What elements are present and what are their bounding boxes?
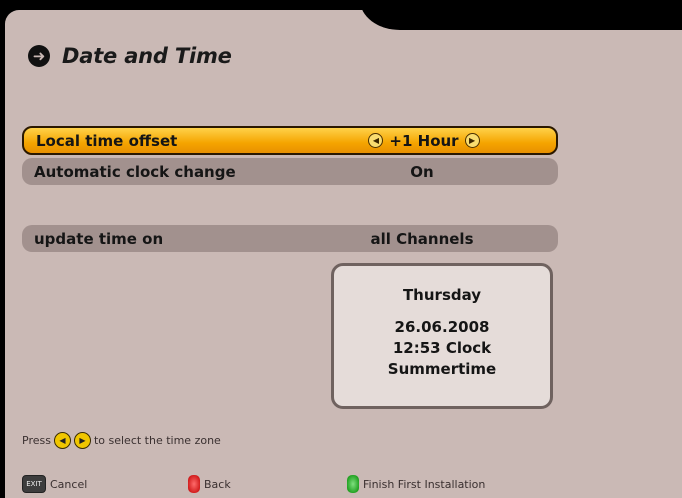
date-time-info-box: Thursday 26.06.2008 12:53 Clock Summerti… [331, 263, 553, 409]
setting-value: all Channels [370, 229, 474, 248]
right-arrow-icon[interactable]: ▶ [464, 133, 480, 148]
back-button[interactable]: Back [188, 474, 231, 494]
setting-value[interactable]: ◀ +1 Hour ▶ [324, 132, 524, 150]
left-arrow-icon[interactable]: ◀ [368, 133, 384, 148]
info-date: 26.06.2008 [394, 318, 490, 336]
menu-arrow-icon: ➜ [28, 45, 50, 67]
right-key-icon: ▶ [73, 432, 91, 449]
setting-automatic-clock-change[interactable]: Automatic clock change On [22, 158, 558, 185]
info-day: Thursday [402, 286, 482, 304]
navigation-hint: Press ◀ ▶ to select the time zone [22, 432, 221, 449]
back-label: Back [204, 477, 231, 491]
hint-prefix: Press [22, 434, 51, 447]
setting-label: update time on [34, 229, 164, 248]
setting-value: On [410, 162, 434, 181]
setting-local-time-offset[interactable]: Local time offset ◀ +1 Hour ▶ [22, 126, 558, 155]
setting-label: Local time offset [36, 131, 178, 150]
finish-label: Finish First Installation [363, 477, 486, 491]
cancel-label: Cancel [50, 477, 88, 491]
exit-key-icon: EXIT [22, 475, 46, 493]
red-key-icon [188, 475, 200, 493]
tv-screen: ➜ Date and Time Local time offset ◀ +1 H… [0, 0, 682, 498]
page-header: ➜ Date and Time [28, 44, 232, 68]
info-summertime: Summertime [387, 360, 497, 378]
left-key-icon: ◀ [53, 432, 71, 449]
finish-installation-button[interactable]: Finish First Installation [347, 474, 485, 494]
setting-update-time-on[interactable]: update time on all Channels [22, 225, 558, 252]
setting-value-text: +1 Hour [389, 131, 459, 150]
menu-panel [5, 10, 682, 498]
cancel-button[interactable]: EXIT Cancel [22, 474, 87, 494]
green-key-icon [347, 475, 359, 493]
page-title: Date and Time [62, 44, 232, 68]
info-clock: 12:53 Clock [392, 339, 492, 357]
panel-tab-cutout [360, 0, 682, 30]
setting-label: Automatic clock change [34, 162, 236, 181]
hint-suffix: to select the time zone [93, 434, 221, 447]
